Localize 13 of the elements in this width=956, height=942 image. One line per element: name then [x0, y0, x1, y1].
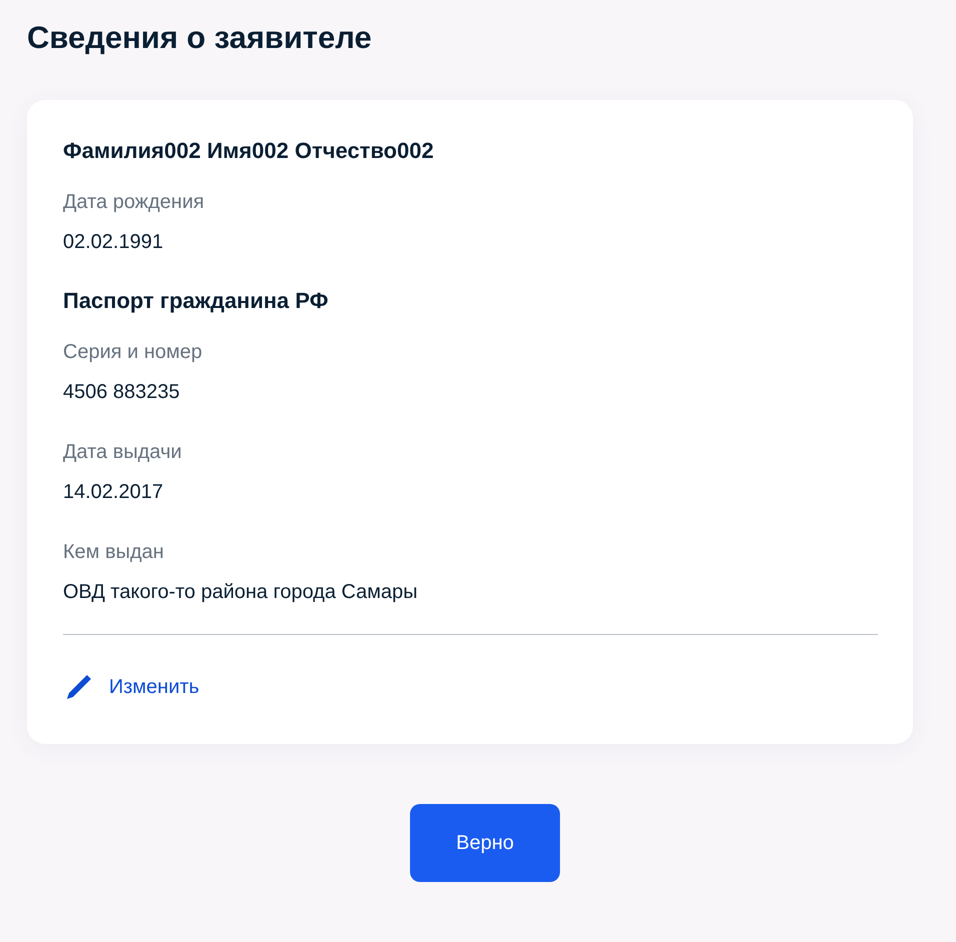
- field-label: Дата выдачи: [63, 440, 183, 465]
- page-title: Сведения о заявителе: [27, 19, 373, 57]
- confirm-button[interactable]: Верно: [410, 804, 560, 882]
- field-value: 14.02.2017: [63, 480, 164, 505]
- field-label: Серия и номер: [63, 340, 204, 365]
- applicant-name: Фамилия002 Имя002 Отчество002: [63, 137, 435, 165]
- edit-link[interactable]: Изменить: [63, 671, 200, 703]
- field-value: 02.02.1991: [63, 230, 164, 255]
- field-value: ОВД такого-то района города Самары: [63, 580, 419, 605]
- field-label: Кем выдан: [63, 540, 165, 565]
- document-title: Паспорт гражданина РФ: [63, 287, 330, 315]
- field-value: 4506 883235: [63, 380, 181, 405]
- field-label: Дата рождения: [63, 190, 206, 215]
